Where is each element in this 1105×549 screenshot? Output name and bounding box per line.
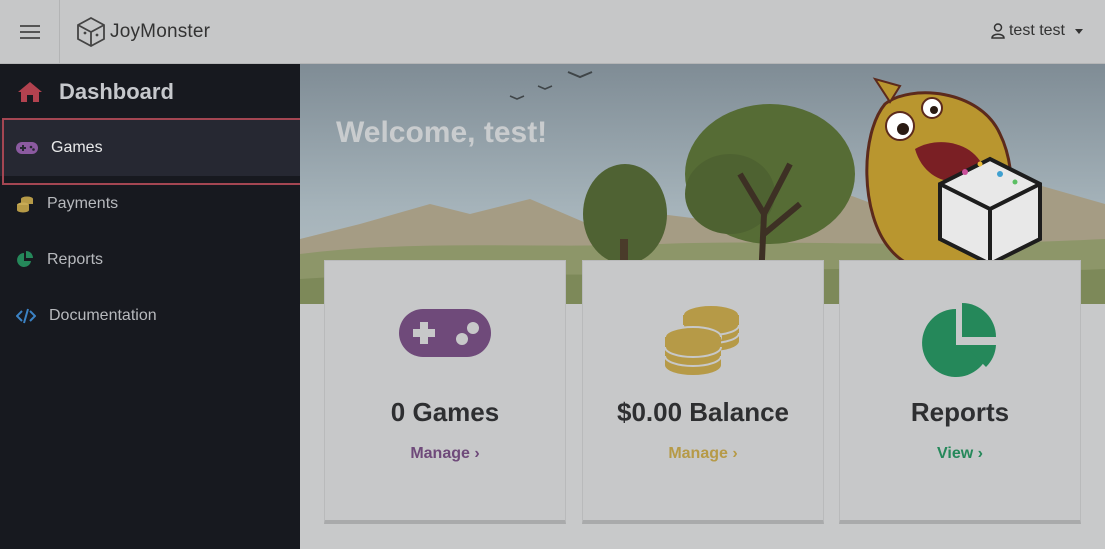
balance-amount: $0.00 Balance xyxy=(616,397,789,427)
gamepad-icon xyxy=(399,309,491,357)
welcome-heading: Welcome, test! xyxy=(336,116,548,149)
sidebar-item-label: Payments xyxy=(47,195,119,212)
user-menu-dropdown[interactable]: test test xyxy=(991,22,1083,40)
active-item-border xyxy=(2,118,315,185)
coins-icon xyxy=(664,304,740,375)
reports-view-link[interactable]: View › xyxy=(840,445,1080,463)
balance-manage-link[interactable]: Manage › xyxy=(583,445,823,463)
brand-logo[interactable]: JoyMonster xyxy=(76,16,210,48)
brand-name: JoyMonster xyxy=(110,21,211,42)
games-manage-link[interactable]: Manage › xyxy=(325,445,565,463)
balance-card: $0.00 Balance Manage › xyxy=(582,260,824,524)
sidebar-item-reports[interactable]: Reports xyxy=(0,232,300,288)
sidebar-heading-dashboard[interactable]: Dashboard xyxy=(0,64,300,120)
reports-card: Reports View › xyxy=(839,260,1081,524)
user-name: test test xyxy=(1008,22,1065,39)
menu-toggle-button[interactable] xyxy=(0,0,60,64)
sidebar-item-label: Documentation xyxy=(49,307,157,324)
sidebar-item-documentation[interactable]: Documentation xyxy=(0,288,300,344)
top-header: JoyMonster test test xyxy=(0,0,1105,64)
caret-down-icon xyxy=(1075,28,1083,34)
reports-title: Reports xyxy=(910,397,1010,427)
dice-icon xyxy=(77,16,105,48)
user-icon xyxy=(991,23,1005,39)
code-icon xyxy=(16,308,36,324)
pie-chart-icon xyxy=(17,251,33,267)
games-count: 0 Games xyxy=(390,397,500,427)
games-card: 0 Games Manage › xyxy=(324,260,566,524)
main-content: Welcome, test! 0 Games Manage › $0.00 Ba… xyxy=(300,64,1105,549)
coins-icon xyxy=(17,196,33,213)
home-icon xyxy=(18,82,42,102)
sidebar-item-label: Reports xyxy=(47,251,104,268)
hamburger-icon xyxy=(19,25,40,39)
sidebar-heading-label: Dashboard xyxy=(59,79,174,104)
pie-chart-icon xyxy=(922,303,996,377)
active-item-highlight xyxy=(0,117,320,187)
